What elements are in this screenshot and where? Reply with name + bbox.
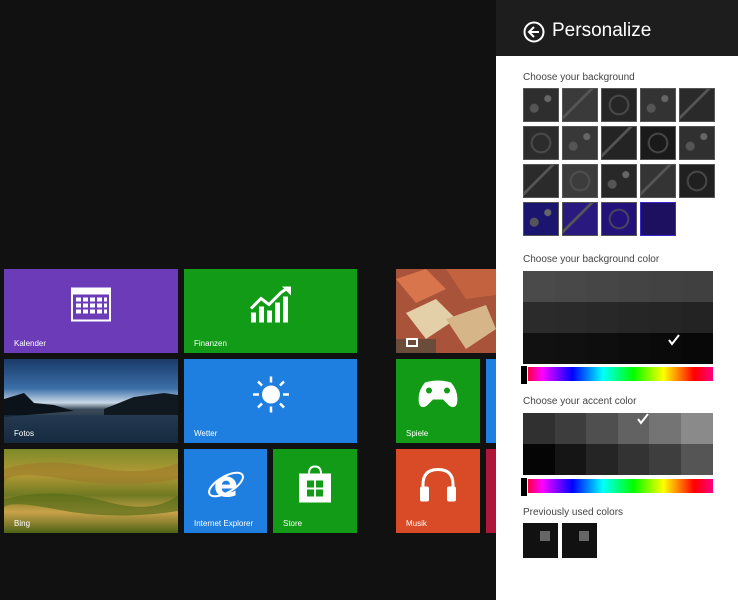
background-color-swatch[interactable] [586,271,619,302]
accent-color-slider[interactable] [520,477,713,497]
background-color-swatch[interactable] [617,271,650,302]
tile-bing-label: Bing [14,519,31,528]
background-color-swatch[interactable] [523,271,555,302]
background-thumbnail[interactable] [640,126,676,160]
tile-spiele[interactable]: Spiele [396,359,480,443]
internet-explorer-icon: e [206,464,246,509]
background-color-swatch[interactable] [554,302,587,333]
background-color-swatch[interactable] [681,271,713,302]
checkmark-icon [668,334,680,346]
background-color-swatch[interactable] [523,333,555,364]
accent-color-swatch[interactable] [586,444,619,475]
accent-color-swatch[interactable] [523,413,555,444]
previous-color-swatch[interactable] [523,523,558,558]
tile-finanzen[interactable]: Finanzen [184,269,357,353]
background-color-swatch[interactable] [586,333,619,364]
background-color-slider[interactable] [520,365,713,385]
background-color-swatch[interactable] [681,333,713,364]
tile-partial-blue[interactable] [486,359,496,443]
background-thumbnail[interactable] [679,126,715,160]
headphones-icon [418,466,458,507]
accent-color-swatch[interactable] [617,444,650,475]
background-thumbnail[interactable] [640,88,676,122]
background-thumbnail[interactable] [679,88,715,122]
xbox-controller-icon [417,379,459,414]
tile-kalender[interactable]: Kalender [4,269,178,353]
accent-color-section-label: Choose your accent color [523,396,637,407]
calendar-icon [71,287,111,326]
background-thumbnail[interactable] [601,126,637,160]
background-thumbnail[interactable] [601,202,637,236]
personalize-panel: Personalize Choose your background Choos… [496,0,738,600]
background-thumbnail[interactable] [601,164,637,198]
start-screen: Kalender Finanzen Fotos Wetter Bing e In… [0,0,496,600]
accent-color-swatch[interactable] [681,444,713,475]
hills-photo [4,462,178,516]
previous-color-swatch[interactable] [562,523,597,558]
sun-icon [251,374,291,419]
background-thumbnail[interactable] [562,126,598,160]
tile-store[interactable]: Store [273,449,357,533]
tile-musik-label: Musik [406,519,427,528]
store-bag-icon [297,465,333,508]
background-color-swatch[interactable] [523,302,555,333]
background-color-swatch[interactable] [681,302,713,333]
stock-chart-icon [249,286,293,327]
panel-title: Personalize [552,20,652,41]
tile-fotos[interactable]: Fotos [4,359,178,443]
accent-color-swatch[interactable] [523,444,555,475]
tile-city-photo[interactable] [396,269,496,353]
background-section-label: Choose your background [523,72,635,83]
tile-spiele-label: Spiele [406,429,429,438]
slider-knob[interactable] [520,477,528,497]
tile-partial-red[interactable] [486,449,496,533]
background-color-swatch[interactable] [649,302,682,333]
accent-color-swatch[interactable] [649,444,682,475]
tile-store-label: Store [283,519,303,528]
panel-header: Personalize [496,0,738,56]
accent-color-swatch[interactable] [649,413,682,444]
background-thumbnail[interactable] [640,202,676,236]
accent-color-swatch[interactable] [681,413,713,444]
previous-colors-label: Previously used colors [523,507,624,518]
background-color-section-label: Choose your background color [523,254,660,265]
background-thumbnail[interactable] [562,202,598,236]
back-arrow-icon [523,21,545,43]
slider-knob[interactable] [520,365,528,385]
tile-musik[interactable]: Musik [396,449,480,533]
background-thumbnail[interactable] [679,164,715,198]
accent-color-swatch[interactable] [554,413,587,444]
background-color-swatch[interactable] [586,302,619,333]
background-thumbnail[interactable] [523,202,559,236]
tile-wetter[interactable]: Wetter [184,359,357,443]
background-color-swatch[interactable] [649,271,682,302]
tile-finanzen-label: Finanzen [194,339,227,348]
tile-internet-explorer[interactable]: e Internet Explorer [184,449,267,533]
background-thumbnail[interactable] [523,88,559,122]
background-thumbnail[interactable] [601,88,637,122]
background-thumbnail[interactable] [523,164,559,198]
back-button[interactable] [523,21,545,43]
svg-text:e: e [213,464,237,504]
tile-wetter-label: Wetter [194,429,218,438]
accent-color-swatch[interactable] [586,413,619,444]
tile-fotos-label: Fotos [14,429,35,438]
background-thumbnail[interactable] [562,88,598,122]
accent-color-swatch[interactable] [554,444,587,475]
photos-badge-icon [406,338,418,347]
checkmark-icon [637,413,649,425]
background-color-swatch[interactable] [617,302,650,333]
background-thumbnail[interactable] [562,164,598,198]
background-thumbnail[interactable] [523,126,559,160]
background-color-swatch[interactable] [554,271,587,302]
tile-ie-label: Internet Explorer [194,519,254,528]
tile-kalender-label: Kalender [14,339,47,348]
background-color-swatch[interactable] [617,333,650,364]
background-thumbnail[interactable] [640,164,676,198]
tile-bing[interactable]: Bing [4,449,178,533]
background-color-swatch[interactable] [554,333,587,364]
